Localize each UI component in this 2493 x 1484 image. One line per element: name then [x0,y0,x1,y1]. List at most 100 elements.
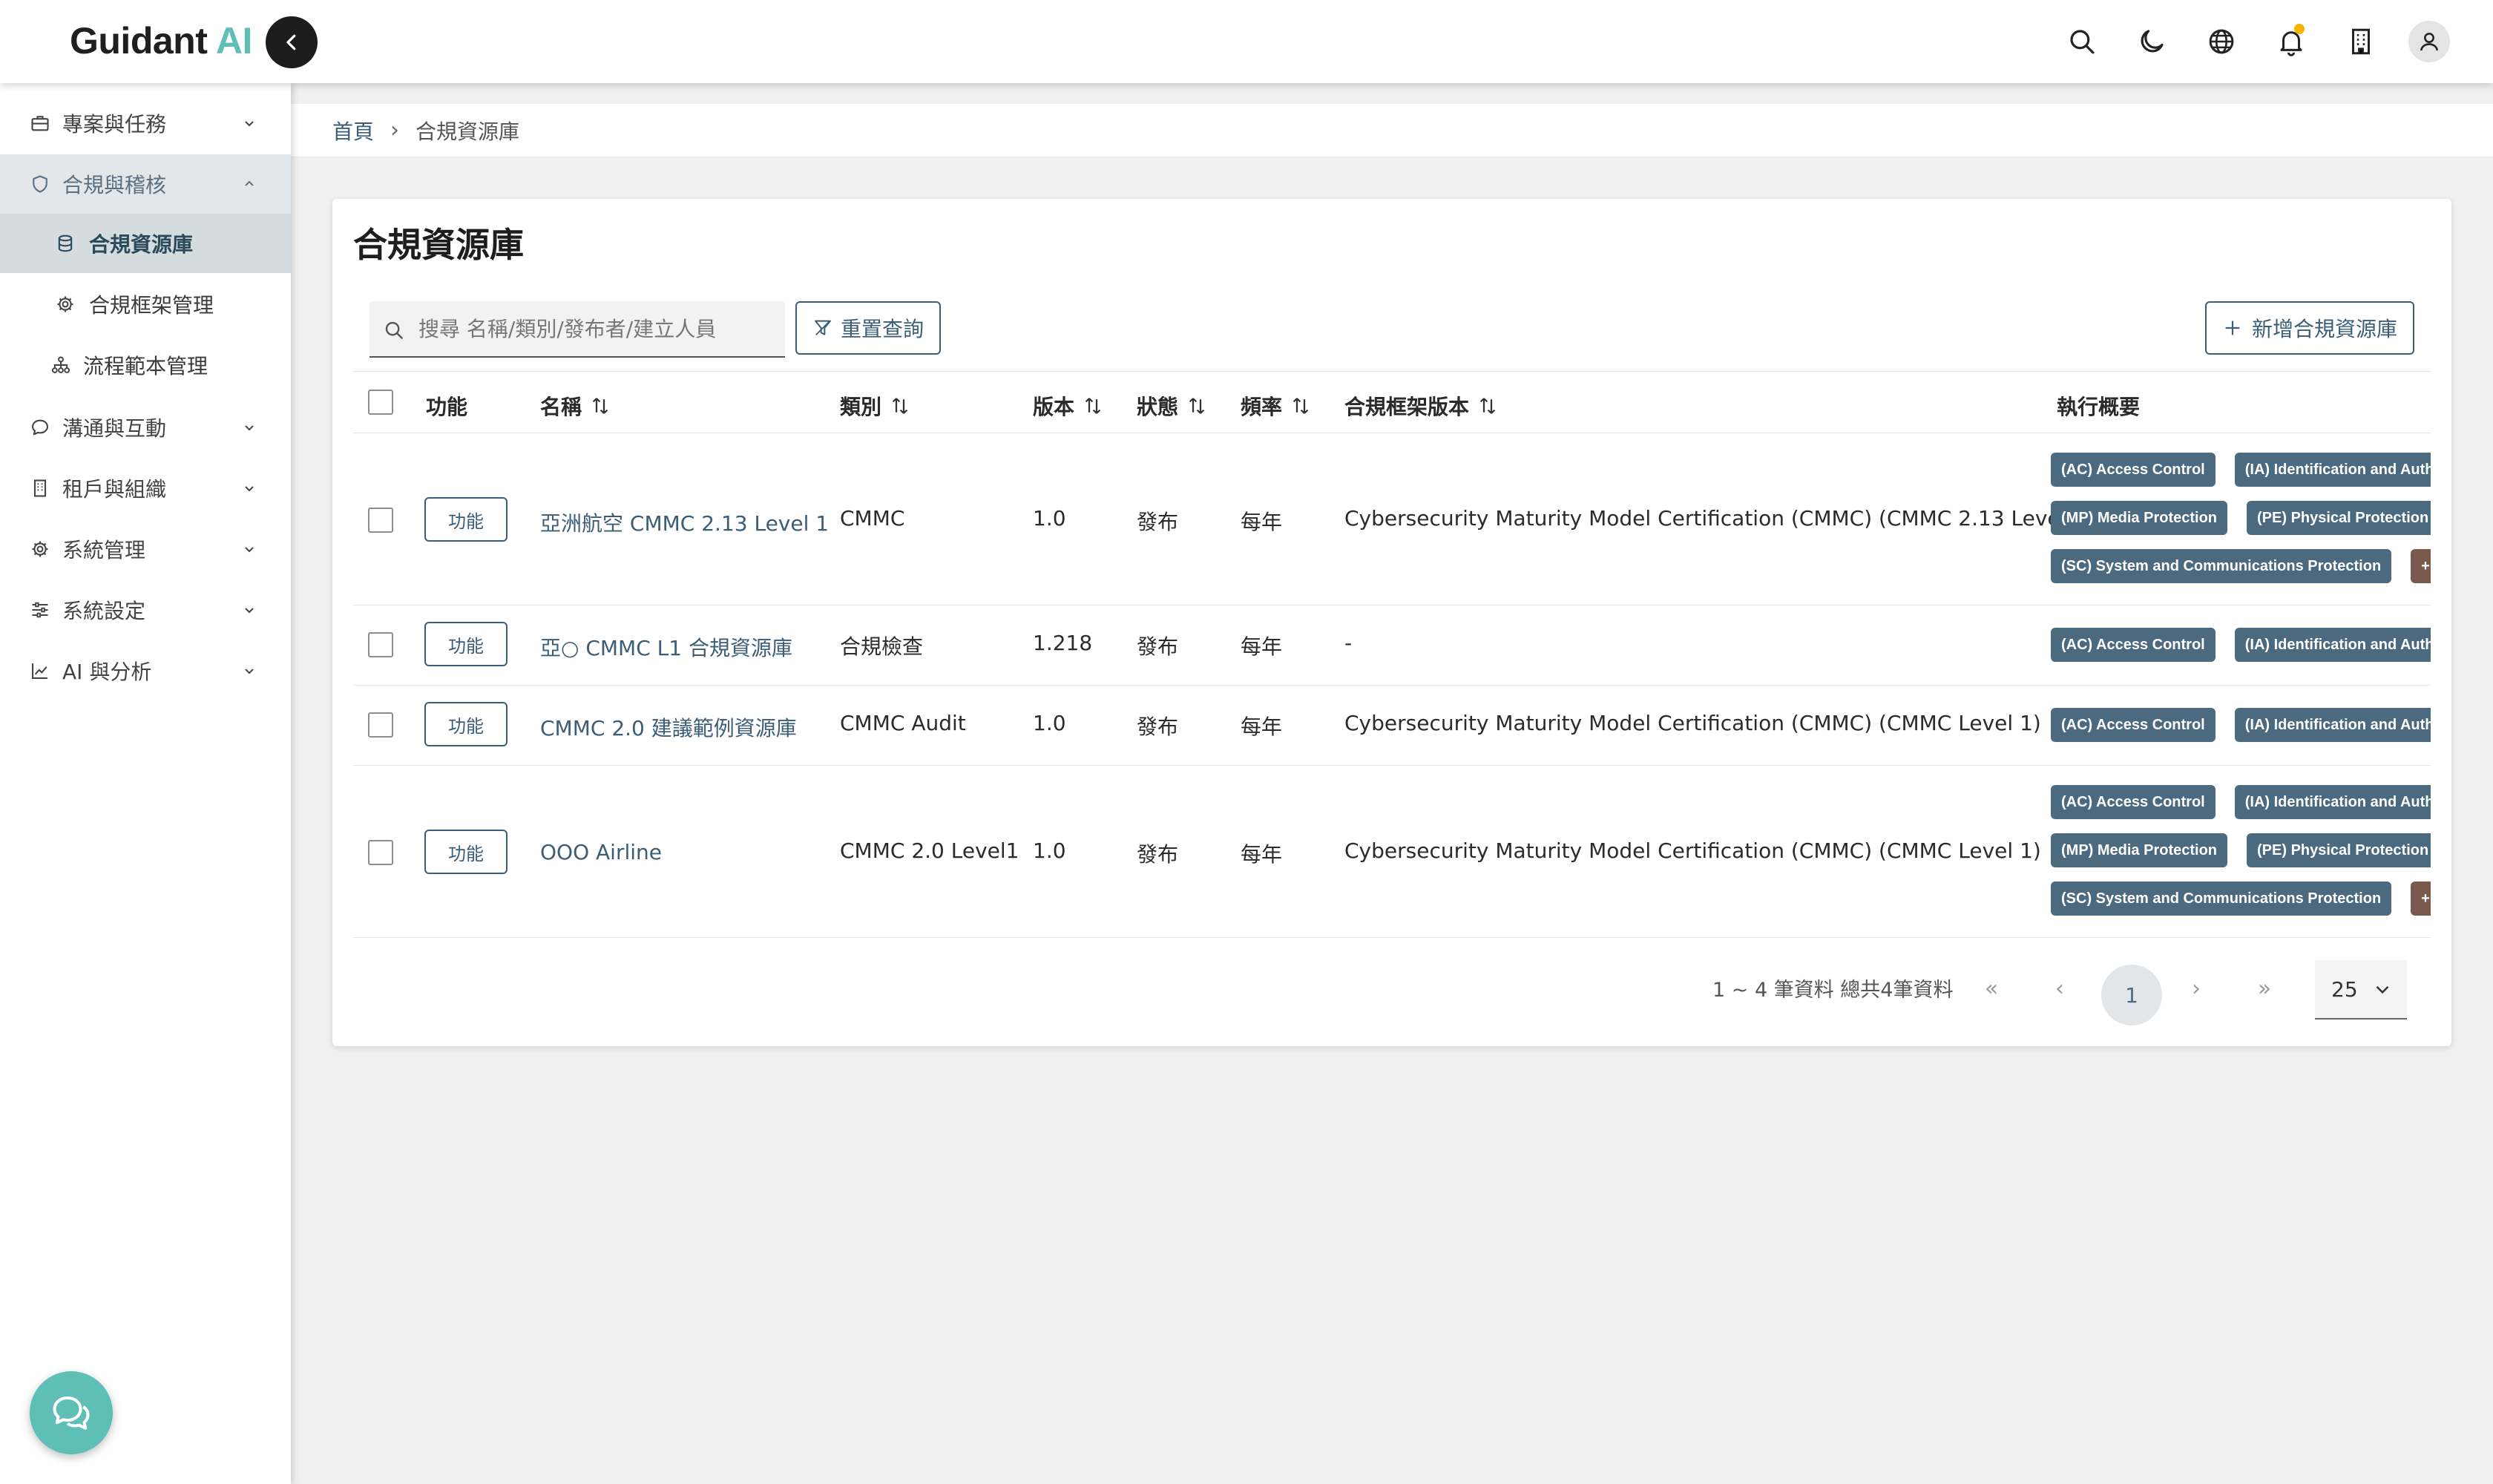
row-frequency: 每年 [1241,510,1283,534]
first-page-button[interactable]: « [1971,968,2012,1009]
summary-tag: (IA) Identification and Authentication [2234,628,2431,662]
breadcrumb-home-link[interactable]: 首頁 [332,116,374,145]
top-header: Guidant AI [0,0,2493,83]
chat-bubbles-icon [53,1396,90,1430]
sidebar-item-communication[interactable]: 溝通與互動 [0,398,291,457]
chevron-down-icon [245,608,254,614]
column-header-version[interactable]: 版本 [1033,391,1104,421]
row-summary-tags: (AC) Access Control (IA) Identification … [2051,708,2431,756]
column-header-category[interactable]: 類別 [840,391,911,421]
user-avatar[interactable] [2408,21,2450,62]
select-all-checkbox[interactable] [368,390,393,415]
row-checkbox[interactable] [368,508,393,533]
row-name-link[interactable]: OOO Airline [540,840,662,864]
sidebar-item-projects[interactable]: 專案與任務 [0,93,291,153]
row-action-button[interactable]: 功能 [424,497,508,542]
building-icon [33,479,47,497]
moon-icon[interactable] [2129,19,2174,64]
sidebar-item-ai-analytics[interactable]: AI 與分析 [0,641,291,700]
table-row: 功能 亞洲航空 CMMC 2.13 Level 1 CMMC 1.0 發布 每年… [353,433,2431,605]
sliders-icon [32,602,48,618]
bell-icon[interactable] [2269,19,2313,64]
sidebar: 專案與任務 合規與稽核 合規資源庫 合規框架管理 流程範本管理 溝通與互動 租戶… [0,83,291,1484]
row-name-link[interactable]: 亞○ CMMC L1 合規資源庫 [540,632,792,662]
sidebar-item-compliance[interactable]: 合規與稽核 [0,154,291,214]
row-category: CMMC [840,506,905,531]
search-input[interactable] [418,316,767,341]
table-row: 功能 CMMC 2.0 建議範例資源庫 CMMC Audit 1.0 發布 每年… [353,686,2431,766]
summary-more-tag[interactable]: +1 [2411,881,2431,916]
row-action-button[interactable]: 功能 [424,830,508,874]
column-header-frequency[interactable]: 頻率 [1241,391,1312,421]
current-page-button[interactable]: 1 [2101,965,2162,1025]
column-header-framework-version[interactable]: 合規框架版本 [1344,391,1499,421]
row-framework-version: Cybersecurity Maturity Model Certificati… [1344,838,2041,863]
row-checkbox[interactable] [368,712,393,738]
sort-icon[interactable] [589,395,611,417]
summary-tag: (MP) Media Protection [2051,501,2228,535]
search-icon[interactable] [2060,19,2104,64]
app-logo[interactable]: Guidant AI [70,19,252,62]
summary-tag: (IA) Identification and Authentication [2234,453,2431,487]
breadcrumb: 首頁 › 合規資源庫 [291,104,2493,157]
prev-page-button[interactable]: ‹ [2039,968,2080,1009]
sort-icon[interactable] [1082,395,1104,417]
sidebar-item-system-admin[interactable]: 系統管理 [0,519,291,579]
summary-tag: (AC) Access Control [2051,628,2216,662]
sidebar-item-framework-management[interactable]: 合規框架管理 [0,275,291,334]
column-header-name[interactable]: 名稱 [540,391,611,421]
page-title: 合規資源庫 [353,225,524,265]
sidebar-item-system-settings[interactable]: 系統設定 [0,580,291,640]
row-frequency: 每年 [1241,715,1283,739]
chevron-down-icon [245,547,254,553]
breadcrumb-current: 合規資源庫 [416,119,520,144]
row-action-button[interactable]: 功能 [424,702,508,746]
pagination-info: 1 ~ 4 筆資料 總共4筆資料 [1712,979,1954,1002]
sidebar-item-process-template[interactable]: 流程範本管理 [0,335,291,395]
chat-icon [32,419,48,436]
sort-icon[interactable] [1290,395,1312,417]
search-field[interactable] [369,301,785,358]
row-checkbox[interactable] [368,840,393,865]
row-name-link[interactable]: 亞洲航空 CMMC 2.13 Level 1 [540,508,829,537]
next-page-button[interactable]: › [2175,968,2217,1009]
chevron-left-icon [286,34,296,50]
row-action-button[interactable]: 功能 [424,622,508,666]
shield-icon [33,175,47,193]
row-status: 發布 [1137,510,1179,534]
row-framework-version: - [1344,631,1353,655]
sidebar-item-compliance-library[interactable]: 合規資源庫 [0,214,291,273]
chevron-down-icon [2376,985,2389,994]
row-version: 1.0 [1033,506,1066,531]
gear-icon [57,296,73,312]
summary-tag: (SC) System and Communications Protectio… [2051,549,2392,583]
sidebar-item-tenants[interactable]: 租戶與組織 [0,459,291,518]
summary-more-tag[interactable]: +1 [2411,549,2431,583]
building-icon[interactable] [2339,19,2383,64]
row-version: 1.0 [1033,838,1066,863]
briefcase-icon [31,116,49,131]
notification-dot [2294,24,2305,34]
chart-icon [32,663,47,679]
chat-assistant-button[interactable] [30,1371,113,1454]
pagination: 1 ~ 4 筆資料 總共4筆資料 « ‹ 1 › » 25 [332,953,2451,1025]
row-summary-tags: (AC) Access Control (IA) Identification … [2051,453,2431,597]
row-name-link[interactable]: CMMC 2.0 建議範例資源庫 [540,712,797,742]
column-header-actions: 功能 [426,395,468,419]
sort-icon[interactable] [1186,395,1208,417]
globe-icon[interactable] [2199,19,2244,64]
row-checkbox[interactable] [368,632,393,657]
sidebar-collapse-button[interactable] [266,16,318,68]
sort-icon[interactable] [889,395,911,417]
row-frequency: 每年 [1241,634,1283,659]
reset-query-button[interactable]: 重置查詢 [795,301,941,355]
table-header: 功能 名稱 類別 版本 狀態 頻率 合規框架版本 執行概要 [353,371,2431,433]
last-page-button[interactable]: » [2244,968,2285,1009]
sort-icon[interactable] [1477,395,1499,417]
column-header-status[interactable]: 狀態 [1137,391,1208,421]
table-row: 功能 OOO Airline CMMC 2.0 Level1 1.0 發布 每年… [353,766,2431,938]
page-size-select[interactable]: 25 [2315,960,2407,1020]
summary-tag: (IA) Identification and Authentication [2234,708,2431,742]
search-icon [385,321,403,339]
add-compliance-library-button[interactable]: 新增合規資源庫 [2205,301,2414,355]
